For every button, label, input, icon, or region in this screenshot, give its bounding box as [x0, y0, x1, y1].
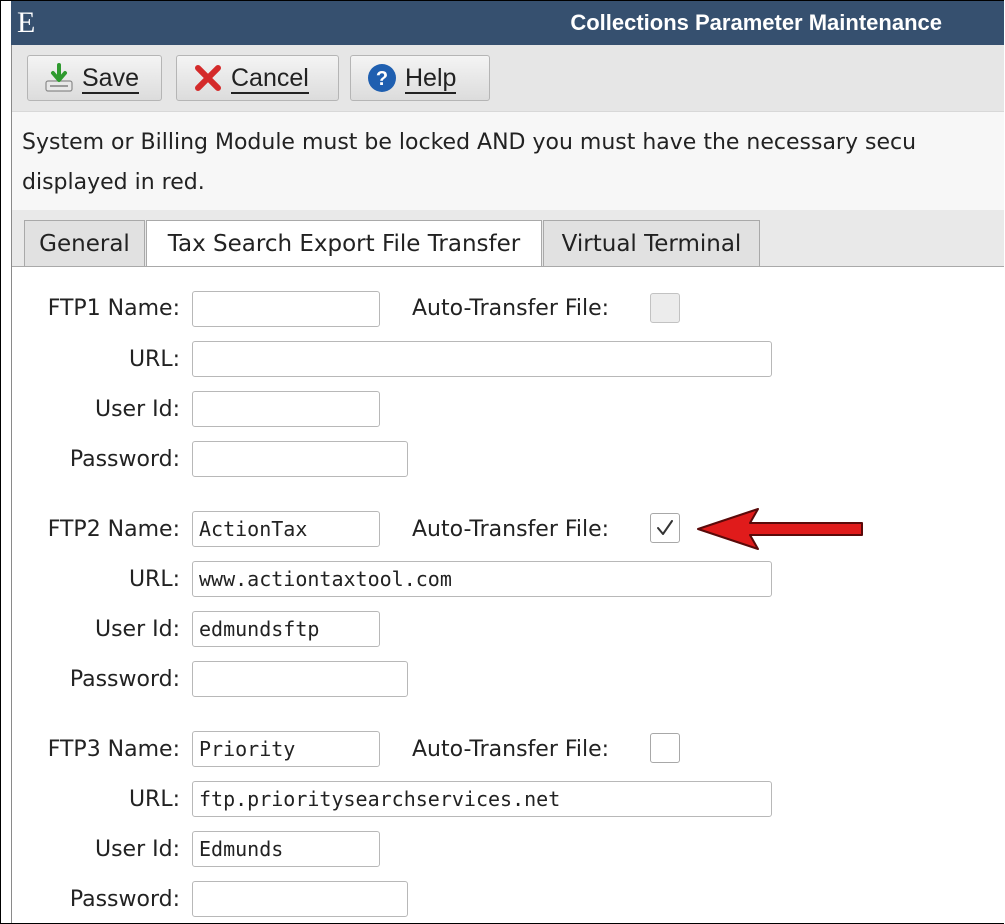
- ftp1-url-input[interactable]: [192, 341, 772, 377]
- ftp2-user-id-label: User Id:: [94, 617, 180, 642]
- tab-virtual-terminal[interactable]: Virtual Terminal: [543, 220, 760, 266]
- ftp2-name-input[interactable]: ActionTax: [192, 511, 380, 547]
- ftp3-url-input[interactable]: ftp.prioritysearchservices.net: [192, 781, 772, 817]
- window-title: Collections Parameter Maintenance: [570, 10, 942, 35]
- ftp3-user-id-input[interactable]: Edmunds: [192, 831, 380, 867]
- ftp3-name-input[interactable]: Priority: [192, 731, 380, 767]
- message-line-2: displayed in red.: [22, 170, 205, 195]
- ftp3-password-label: Password:: [69, 887, 180, 912]
- cancel-button[interactable]: Cancel: [176, 55, 339, 101]
- save-icon: [42, 61, 76, 95]
- ftp1-user-id-input[interactable]: [192, 391, 380, 427]
- ftp3-auto-transfer-checkbox[interactable]: [650, 733, 680, 763]
- ftp2-url-label: URL:: [128, 567, 180, 592]
- save-button[interactable]: Save: [27, 55, 162, 101]
- help-question-icon: ?: [365, 61, 399, 95]
- save-label: Save: [82, 64, 139, 94]
- red-arrow-icon: [697, 508, 863, 550]
- cancel-label: Cancel: [231, 64, 309, 94]
- tab-general[interactable]: General: [24, 220, 145, 266]
- window-left-edge: [1, 1, 12, 923]
- app-window: E Collections Parameter Maintenance Save…: [0, 0, 1004, 924]
- tab-bar: General Tax Search Export File Transfer …: [12, 210, 1004, 267]
- ftp3-name-label: FTP3 Name:: [47, 737, 180, 762]
- title-bar: E Collections Parameter Maintenance: [11, 1, 1004, 45]
- help-button[interactable]: ? Help: [350, 55, 490, 101]
- ftp2-auto-transfer-label: Auto-Transfer File:: [412, 517, 610, 542]
- ftp3-user-id-label: User Id:: [94, 837, 180, 862]
- ftp2-password-input[interactable]: [192, 661, 408, 697]
- ftp1-auto-transfer-checkbox[interactable]: [650, 293, 680, 323]
- ftp1-url-label: URL:: [128, 347, 180, 372]
- ftp1-password-label: Password:: [69, 447, 180, 472]
- ftp2-user-id-input[interactable]: edmundsftp: [192, 611, 380, 647]
- help-label: Help: [405, 64, 457, 94]
- message-line-1: System or Billing Module must be locked …: [22, 130, 917, 155]
- cancel-x-icon: [191, 61, 225, 95]
- svg-text:?: ?: [376, 68, 388, 90]
- tab-tax-search-export-file-transfer[interactable]: Tax Search Export File Transfer: [146, 220, 542, 267]
- ftp2-auto-transfer-checkbox[interactable]: [650, 513, 680, 543]
- toolbar: Save Cancel ? Help: [12, 45, 1004, 111]
- ftp1-auto-transfer-label: Auto-Transfer File:: [412, 296, 610, 321]
- ftp2-password-label: Password:: [69, 667, 180, 692]
- ftp1-password-input[interactable]: [192, 441, 408, 477]
- ftp1-name-label: FTP1 Name:: [47, 296, 180, 321]
- ftp3-url-label: URL:: [128, 787, 180, 812]
- ftp1-name-input[interactable]: [192, 291, 380, 327]
- ftp3-password-input[interactable]: [192, 881, 408, 917]
- ftp2-url-input[interactable]: www.actiontaxtool.com: [192, 561, 772, 597]
- lock-warning-message: System or Billing Module must be locked …: [12, 111, 1004, 211]
- app-logo: E: [17, 6, 36, 39]
- checkmark-icon: [657, 520, 673, 535]
- ftp-settings-panel: FTP1 Name: Auto-Transfer File: URL: User…: [12, 266, 1004, 923]
- ftp2-name-label: FTP2 Name:: [47, 517, 180, 542]
- ftp3-auto-transfer-label: Auto-Transfer File:: [412, 737, 610, 762]
- ftp1-user-id-label: User Id:: [94, 397, 180, 422]
